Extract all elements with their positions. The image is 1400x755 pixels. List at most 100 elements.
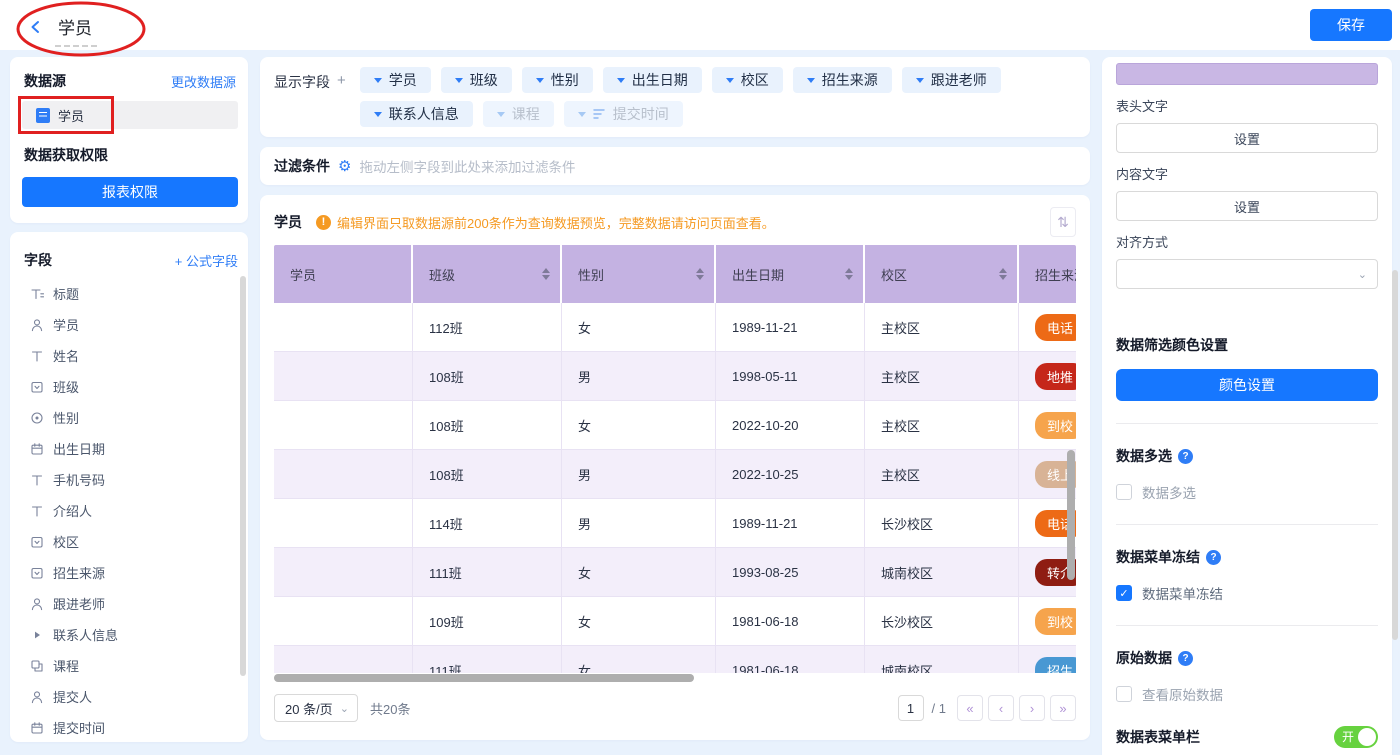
- display-field-tag[interactable]: 联系人信息: [360, 101, 473, 127]
- field-item[interactable]: 学员: [22, 309, 240, 340]
- column-header-4[interactable]: 出生日期: [716, 245, 865, 303]
- field-item[interactable]: 班级: [22, 371, 240, 402]
- source-badge: 电话: [1035, 314, 1076, 341]
- field-item[interactable]: 校区: [22, 526, 240, 557]
- table-cell: 女: [562, 597, 716, 646]
- display-field-tag[interactable]: 课程: [483, 101, 554, 127]
- caret-down-icon: [807, 78, 815, 83]
- filter-label: 过滤条件: [274, 156, 330, 176]
- datasource-item-student[interactable]: 学员: [22, 101, 238, 129]
- column-header-5[interactable]: 校区: [865, 245, 1019, 303]
- menu-freeze-checkbox[interactable]: ✓: [1116, 585, 1132, 601]
- display-field-tag[interactable]: 校区: [712, 67, 783, 93]
- table-vertical-scrollbar[interactable]: [1067, 450, 1075, 580]
- content-text-settings-button[interactable]: 设置: [1116, 191, 1378, 221]
- field-label: 手机号码: [53, 470, 105, 489]
- prev-page-icon[interactable]: ‹: [988, 695, 1014, 721]
- right-panel-scrollbar[interactable]: [1392, 270, 1398, 640]
- display-fields-bar: 显示字段 + 学员班级性别出生日期校区 招生来源 跟进老师联系人信息课程提交时间: [260, 57, 1090, 137]
- raw-data-checkbox[interactable]: [1116, 686, 1132, 702]
- display-field-tag[interactable]: 班级: [441, 67, 512, 93]
- divider: [1116, 625, 1378, 626]
- table-cell: [274, 352, 413, 401]
- last-page-icon[interactable]: »: [1050, 695, 1076, 721]
- field-label: 班级: [53, 377, 79, 396]
- display-field-tag[interactable]: 性别: [522, 67, 593, 93]
- page-title: 学员: [58, 14, 92, 39]
- column-header-2[interactable]: 班级: [413, 245, 562, 303]
- field-item[interactable]: 提交时间: [22, 712, 240, 742]
- table-cell-source: 到校: [1019, 401, 1076, 450]
- field-item[interactable]: 课程: [22, 650, 240, 681]
- datasource-panel: 数据源 更改数据源 学员 数据获取权限 报表权限: [10, 57, 248, 223]
- sort-arrows-icon[interactable]: [542, 268, 550, 280]
- back-chevron-icon[interactable]: [28, 19, 44, 35]
- color-settings-button[interactable]: 颜色设置: [1116, 369, 1378, 401]
- first-page-icon[interactable]: «: [957, 695, 983, 721]
- display-field-tag[interactable]: 跟进老师: [902, 67, 1001, 93]
- relation-icon: [30, 659, 44, 673]
- add-formula-field-link[interactable]: + 公式字段: [175, 251, 238, 270]
- field-item[interactable]: 提交人: [22, 681, 240, 712]
- field-item[interactable]: 姓名: [22, 340, 240, 371]
- help-icon[interactable]: ?: [1178, 651, 1193, 666]
- sort-arrows-icon[interactable]: [696, 268, 704, 280]
- sort-order-icon[interactable]: ⇅: [1050, 207, 1076, 237]
- field-item[interactable]: 性别: [22, 402, 240, 433]
- display-field-tag[interactable]: 招生来源: [793, 67, 892, 93]
- field-label: 跟进老师: [53, 594, 105, 613]
- multi-select-checkbox[interactable]: [1116, 484, 1132, 500]
- caret-down-icon: [374, 112, 382, 117]
- help-icon[interactable]: ?: [1178, 449, 1193, 464]
- display-field-tag[interactable]: 学员: [360, 67, 431, 93]
- report-permission-button[interactable]: 报表权限: [22, 177, 238, 207]
- column-header-6: 招生来源: [1019, 245, 1076, 303]
- caret-down-icon: [374, 78, 382, 83]
- raw-data-checkbox-row[interactable]: 查看原始数据: [1116, 684, 1378, 704]
- toggle-knob: [1358, 728, 1376, 746]
- column-header-3[interactable]: 性别: [562, 245, 716, 303]
- next-page-icon[interactable]: ›: [1019, 695, 1045, 721]
- display-field-tag[interactable]: 提交时间: [564, 101, 683, 127]
- top-bar: 学员 保存: [0, 0, 1400, 50]
- sort-arrows-icon[interactable]: [845, 268, 853, 280]
- current-page-input[interactable]: 1: [898, 695, 924, 721]
- help-icon[interactable]: ?: [1206, 550, 1221, 565]
- display-field-tag[interactable]: 出生日期: [603, 67, 702, 93]
- display-fields-label: 显示字段: [274, 72, 330, 92]
- tag-label: 招生来源: [822, 70, 878, 90]
- field-item[interactable]: 跟进老师: [22, 588, 240, 619]
- change-datasource-link[interactable]: 更改数据源: [171, 72, 236, 91]
- caret-right-icon: [30, 628, 44, 642]
- page-size-select[interactable]: 20 条/页 ⌄: [274, 694, 358, 722]
- header-text-settings-button[interactable]: 设置: [1116, 123, 1378, 153]
- align-select[interactable]: ⌄: [1116, 259, 1378, 289]
- table-cell: 109班: [413, 597, 562, 646]
- chevron-down-icon: ⌄: [1358, 268, 1367, 281]
- field-item[interactable]: 介绍人: [22, 495, 240, 526]
- field-label: 提交人: [53, 687, 92, 706]
- source-badge: 招生: [1035, 657, 1076, 674]
- save-button[interactable]: 保存: [1310, 9, 1392, 41]
- column-label: 性别: [578, 265, 604, 284]
- multi-select-checkbox-row[interactable]: 数据多选: [1116, 482, 1378, 502]
- menu-bar-toggle[interactable]: 开: [1334, 726, 1378, 748]
- fields-scrollbar[interactable]: [240, 276, 246, 676]
- add-display-field-button[interactable]: +: [337, 72, 346, 89]
- table-horizontal-scrollbar[interactable]: [274, 674, 694, 682]
- menu-freeze-checkbox-row[interactable]: ✓ 数据菜单冻结: [1116, 583, 1378, 603]
- center-column: 显示字段 + 学员班级性别出生日期校区招生来源跟进老师联系人信息课程提交时间 过…: [260, 57, 1090, 755]
- table-row: 114班男1989-11-21长沙校区电话: [274, 499, 1076, 548]
- sort-arrows-icon[interactable]: [999, 268, 1007, 280]
- field-item[interactable]: 招生来源: [22, 557, 240, 588]
- field-item[interactable]: 联系人信息: [22, 619, 240, 650]
- header-color-swatch[interactable]: [1116, 63, 1378, 85]
- gear-icon[interactable]: ⚙: [338, 159, 351, 174]
- field-item[interactable]: 手机号码: [22, 464, 240, 495]
- align-label: 对齐方式: [1116, 232, 1378, 251]
- text-icon: [30, 349, 44, 363]
- field-item[interactable]: 出生日期: [22, 433, 240, 464]
- table-cell: 主校区: [865, 352, 1019, 401]
- field-item[interactable]: 标题: [22, 278, 240, 309]
- table-cell: 114班: [413, 499, 562, 548]
